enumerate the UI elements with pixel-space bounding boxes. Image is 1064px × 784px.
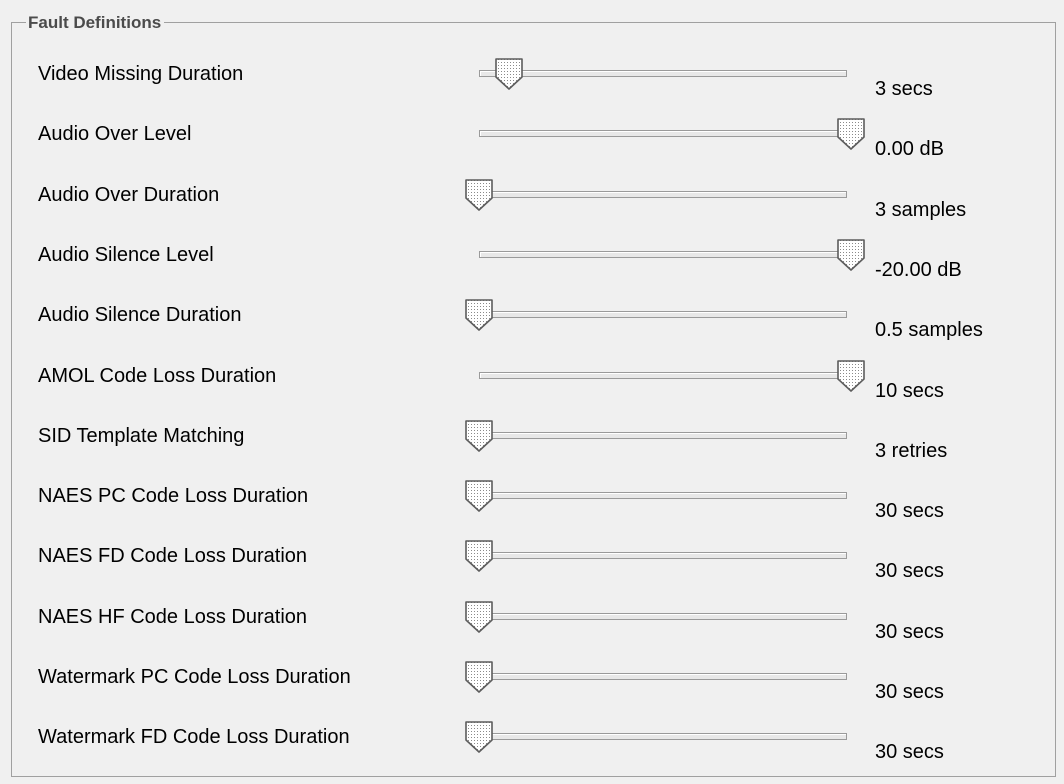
slider-thumb-icon[interactable] [464,299,494,331]
slider-label: SID Template Matching [38,425,245,447]
slider-row: Audio Over Level 0.00 dB [0,104,1064,164]
slider-row: Video Missing Duration 3 secs [0,44,1064,104]
slider-value: 30 secs [875,500,944,522]
slider-label: NAES PC Code Loss Duration [38,485,309,507]
slider-track[interactable] [479,251,847,258]
slider-value: 30 secs [875,621,944,643]
slider-track[interactable] [479,130,847,137]
slider-label: NAES HF Code Loss Duration [38,606,308,628]
slider-value: -20.00 dB [875,259,962,281]
slider-value: 30 secs [875,681,944,703]
slider-thumb-icon[interactable] [836,239,866,271]
slider-label: Watermark FD Code Loss Duration [38,726,350,748]
slider-thumb-icon[interactable] [464,661,494,693]
slider-track[interactable] [479,613,847,620]
slider-value: 10 secs [875,380,944,402]
slider-value: 0.00 dB [875,138,944,160]
slider-value: 3 samples [875,199,967,221]
slider-label: Audio Over Duration [38,184,220,206]
slider-row: Watermark FD Code Loss Duration 30 secs [0,707,1064,767]
slider-track[interactable] [479,372,847,379]
slider-thumb-icon[interactable] [464,601,494,633]
slider-value: 0.5 samples [875,319,983,341]
slider-label: Audio Over Level [38,123,192,145]
slider-track[interactable] [479,70,847,77]
slider-label: Video Missing Duration [38,63,244,85]
slider-row: NAES HF Code Loss Duration 30 secs [0,587,1064,647]
slider-thumb-icon[interactable] [464,540,494,572]
slider-label: AMOL Code Loss Duration [38,365,277,387]
slider-track[interactable] [479,552,847,559]
slider-label: Watermark PC Code Loss Duration [38,666,351,688]
slider-thumb-icon[interactable] [836,118,866,150]
slider-row: SID Template Matching 3 retries [0,406,1064,466]
slider-track[interactable] [479,492,847,499]
slider-track[interactable] [479,432,847,439]
slider-thumb-icon[interactable] [494,58,524,90]
slider-track[interactable] [479,733,847,740]
slider-thumb-icon[interactable] [464,420,494,452]
slider-row: Audio Silence Duration 0.5 samples [0,285,1064,345]
slider-value: 3 secs [875,78,933,100]
slider-track[interactable] [479,191,847,198]
slider-row: Audio Silence Level -20.00 dB [0,225,1064,285]
slider-label: NAES FD Code Loss Duration [38,545,308,567]
slider-row: AMOL Code Loss Duration 10 secs [0,346,1064,406]
slider-row: Audio Over Duration 3 samples [0,165,1064,225]
group-title: Fault Definitions [26,14,165,32]
slider-track[interactable] [479,673,847,680]
slider-label: Audio Silence Duration [38,304,242,326]
slider-thumb-icon[interactable] [464,480,494,512]
slider-label: Audio Silence Level [38,244,214,266]
slider-track[interactable] [479,311,847,318]
slider-row: NAES PC Code Loss Duration 30 secs [0,466,1064,526]
slider-value: 30 secs [875,741,944,763]
slider-value: 30 secs [875,560,944,582]
slider-thumb-icon[interactable] [836,360,866,392]
slider-thumb-icon[interactable] [464,721,494,753]
slider-thumb-icon[interactable] [464,179,494,211]
slider-row: Watermark PC Code Loss Duration 30 secs [0,647,1064,707]
slider-row: NAES FD Code Loss Duration 30 secs [0,526,1064,586]
slider-value: 3 retries [875,440,948,462]
